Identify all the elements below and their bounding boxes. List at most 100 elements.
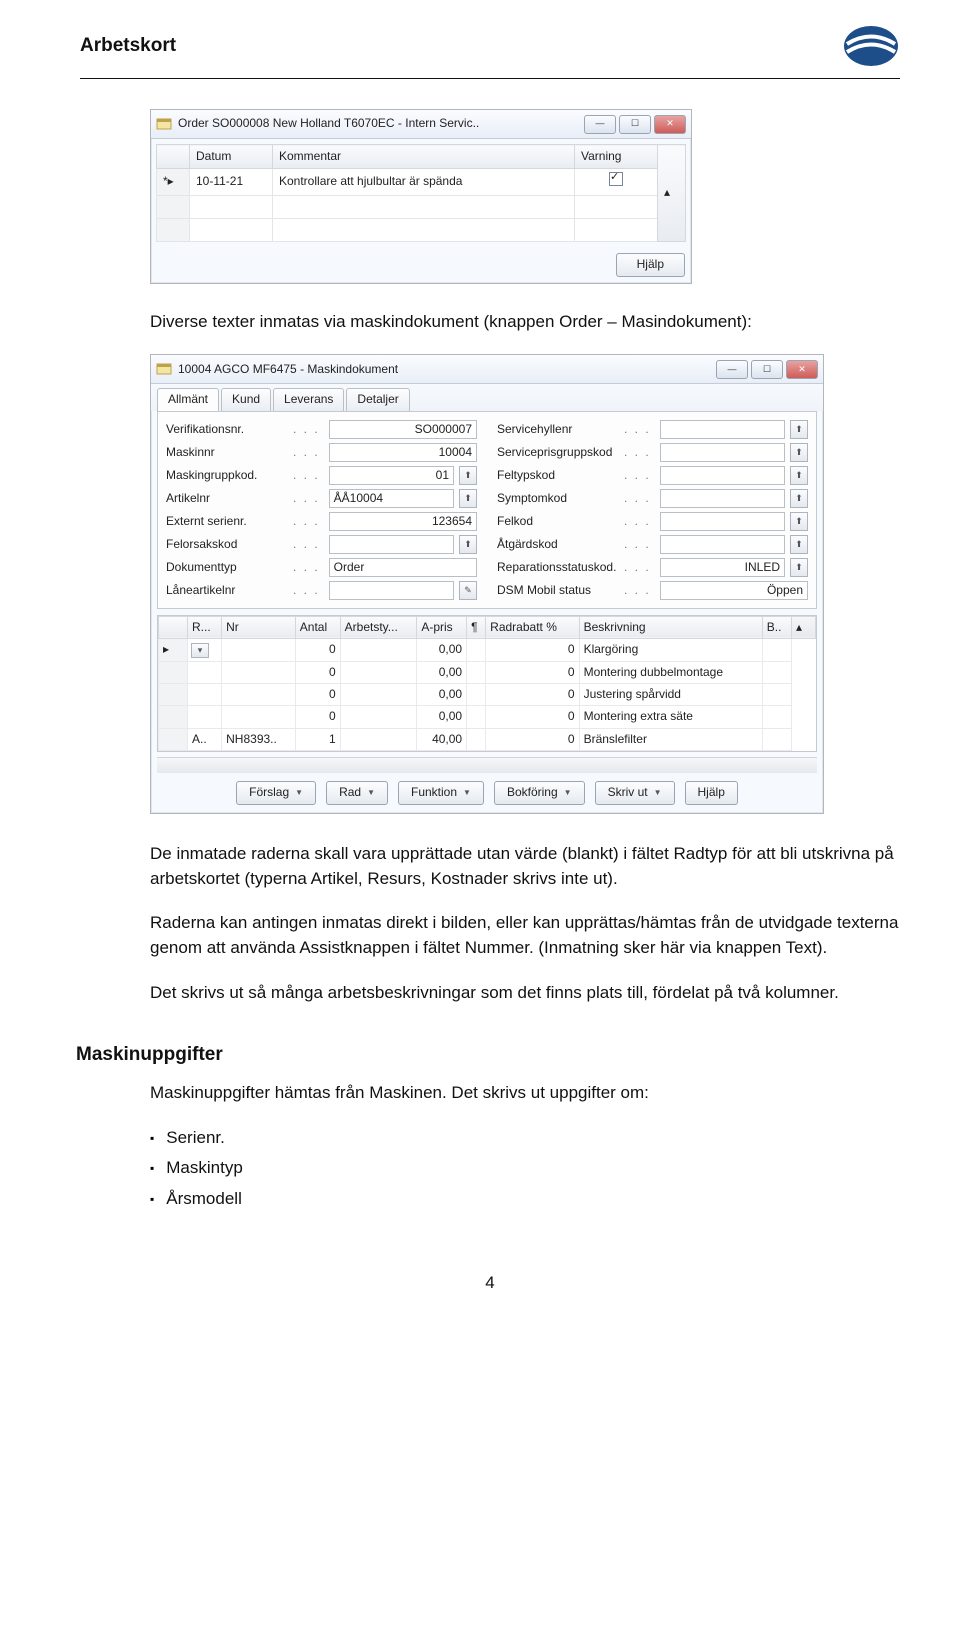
col-datum[interactable]: Datum: [190, 145, 273, 169]
hjälp-button[interactable]: Hjälp: [685, 781, 738, 805]
table-row[interactable]: ▸▾00,000Klargöring: [159, 639, 816, 661]
help-button[interactable]: Hjälp: [616, 253, 685, 277]
vertical-scrollbar[interactable]: ▴: [792, 616, 816, 638]
body-text: Raderna kan antingen inmatas direkt i bi…: [150, 911, 900, 960]
field-input[interactable]: [660, 489, 785, 508]
maskindokument-window: 10004 AGCO MF6475 - Maskindokument — ☐ ✕…: [150, 354, 824, 814]
assist-lookup-icon[interactable]: ⬆: [459, 535, 477, 554]
field-input[interactable]: 01: [329, 466, 454, 485]
col-header[interactable]: Radrabatt %: [486, 616, 579, 638]
col-kommentar[interactable]: Kommentar: [273, 145, 575, 169]
caret-down-icon: ▼: [367, 787, 375, 799]
col-varning[interactable]: Varning: [575, 145, 658, 169]
section-heading: Maskinuppgifter: [76, 1041, 900, 1069]
assist-lookup-icon[interactable]: ⬆: [459, 466, 477, 485]
bokföring-button[interactable]: Bokföring▼: [494, 781, 585, 805]
field-input[interactable]: [660, 443, 785, 462]
field-input[interactable]: [660, 512, 785, 531]
table-row[interactable]: 00,000Montering extra säte: [159, 706, 816, 728]
table-row[interactable]: *▸ 10-11-21 Kontrollare att hjulbultar ä…: [157, 169, 686, 195]
form-row: Maskingruppkod.. . .01⬆: [166, 466, 477, 485]
field-label: Felkod: [497, 513, 615, 530]
col-header[interactable]: Arbetsty...: [340, 616, 417, 638]
field-label: Artikelnr: [166, 490, 284, 507]
field-label: Dokumenttyp: [166, 559, 284, 576]
close-button[interactable]: ✕: [654, 115, 686, 134]
body-text: Diverse texter inmatas via maskindokumen…: [150, 310, 900, 335]
col-header[interactable]: Antal: [295, 616, 340, 638]
caret-down-icon: ▼: [463, 787, 471, 799]
brand-logo: [842, 24, 900, 68]
form-row: Reparationsstatuskod.. . .INLED⬆: [497, 558, 808, 577]
field-label: DSM Mobil status: [497, 582, 615, 599]
list-item: Årsmodell: [150, 1187, 900, 1212]
col-header[interactable]: A-pris: [417, 616, 467, 638]
field-input[interactable]: [660, 466, 785, 485]
col-header[interactable]: B..: [762, 616, 791, 638]
field-input[interactable]: 123654: [329, 512, 477, 531]
form-row: DSM Mobil status. . .Öppen: [497, 581, 808, 600]
tab-leverans[interactable]: Leverans: [273, 388, 344, 410]
table-row[interactable]: 00,000Montering dubbelmontage: [159, 661, 816, 683]
field-input[interactable]: ÅÅ10004: [329, 489, 454, 508]
lines-grid[interactable]: R...NrAntalArbetsty...A-pris¶Radrabatt %…: [158, 616, 816, 751]
assist-lookup-icon[interactable]: ⬆: [790, 443, 808, 462]
col-header[interactable]: Nr: [222, 616, 296, 638]
förslag-button[interactable]: Förslag▼: [236, 781, 316, 805]
assist-lookup-icon[interactable]: ⬆: [459, 489, 477, 508]
table-row[interactable]: [157, 218, 686, 241]
field-input[interactable]: [660, 420, 785, 439]
field-input[interactable]: [329, 535, 454, 554]
form-row: Dokumenttyp. . .Order: [166, 558, 477, 577]
field-label: Serviceprisgruppskod: [497, 444, 615, 461]
field-input[interactable]: SO000007: [329, 420, 477, 439]
field-input[interactable]: [660, 535, 785, 554]
page-title: Arbetskort: [80, 32, 176, 60]
field-input[interactable]: [329, 581, 454, 600]
window-title: Order SO000008 New Holland T6070EC - Int…: [178, 115, 578, 132]
field-label: Åtgärdskod: [497, 536, 615, 553]
form-row: Feltypskod. . .⬆: [497, 466, 808, 485]
assist-lookup-icon[interactable]: ⬆: [790, 466, 808, 485]
table-row[interactable]: [157, 195, 686, 218]
order-window: Order SO000008 New Holland T6070EC - Int…: [150, 109, 692, 284]
maximize-button[interactable]: ☐: [619, 115, 651, 134]
assist-lookup-icon[interactable]: ⬆: [790, 512, 808, 531]
table-row[interactable]: A..NH8393..140,000Bränslefilter: [159, 728, 816, 750]
field-input[interactable]: Öppen: [660, 581, 808, 600]
window-icon: [156, 361, 172, 377]
field-label: Verifikationsnr.: [166, 421, 284, 438]
assist-lookup-icon[interactable]: ⬆: [790, 558, 808, 577]
tab-allmänt[interactable]: Allmänt: [157, 388, 219, 410]
tab-kund[interactable]: Kund: [221, 388, 271, 410]
minimize-button[interactable]: —: [584, 115, 616, 134]
tab-detaljer[interactable]: Detaljer: [346, 388, 409, 410]
pencil-icon[interactable]: ✎: [459, 581, 477, 600]
table-row[interactable]: 00,000Justering spårvidd: [159, 683, 816, 705]
horizontal-scrollbar[interactable]: [157, 757, 817, 773]
field-input[interactable]: 10004: [329, 443, 477, 462]
assist-lookup-icon[interactable]: ⬆: [790, 535, 808, 554]
assist-lookup-icon[interactable]: ⬆: [790, 489, 808, 508]
col-header[interactable]: ¶: [467, 616, 486, 638]
comments-grid[interactable]: Datum Kommentar Varning ▴ *▸ 10-11-21 Ko…: [156, 144, 686, 242]
field-label: Feltypskod: [497, 467, 615, 484]
rad-button[interactable]: Rad▼: [326, 781, 388, 805]
col-header[interactable]: Beskrivning: [579, 616, 762, 638]
dropdown-icon[interactable]: ▾: [191, 643, 209, 658]
assist-lookup-icon[interactable]: ⬆: [790, 420, 808, 439]
col-header[interactable]: R...: [188, 616, 222, 638]
checkbox-icon[interactable]: [609, 172, 623, 186]
field-input[interactable]: Order: [329, 558, 477, 577]
funktion-button[interactable]: Funktion▼: [398, 781, 484, 805]
maximize-button[interactable]: ☐: [751, 360, 783, 379]
minimize-button[interactable]: —: [716, 360, 748, 379]
field-label: Reparationsstatuskod.: [497, 559, 615, 576]
skriv-ut-button[interactable]: Skriv ut▼: [595, 781, 675, 805]
field-input[interactable]: INLED: [660, 558, 785, 577]
close-button[interactable]: ✕: [786, 360, 818, 379]
vertical-scrollbar[interactable]: ▴: [658, 145, 686, 242]
field-label: Maskinnr: [166, 444, 284, 461]
form-row: Felorsakskod. . .⬆: [166, 535, 477, 554]
caret-down-icon: ▼: [564, 787, 572, 799]
